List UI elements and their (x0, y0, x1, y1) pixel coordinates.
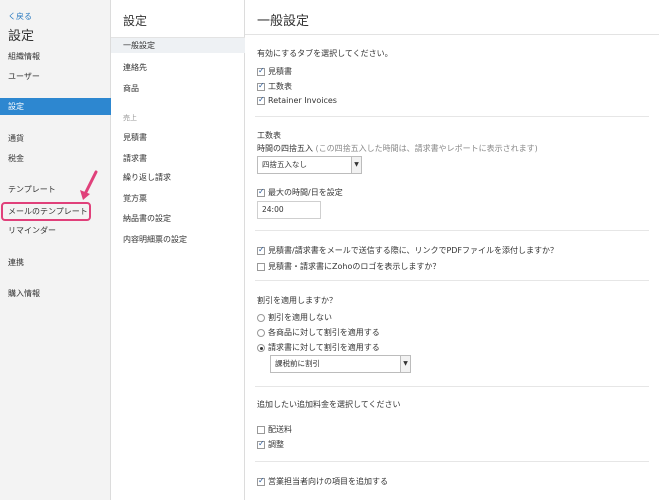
tabs-prompt: 有効にするタブを選択してください。 (257, 49, 393, 58)
sidebar-item-reminders[interactable]: リマインダー (0, 222, 111, 239)
attach-pdf-option[interactable]: 見積書/請求書をメールで送信する際に、リンクでPDFファイルを添付しますか？ (257, 245, 558, 256)
divider (245, 34, 659, 35)
rounding-label: 時間の四捨五入 (この四捨五入した時間は、請求書やレポートに表示されます) (257, 144, 538, 153)
charge-option-adjustment[interactable]: 調整 (257, 439, 284, 450)
rounding-select[interactable]: 四捨五入なし ▼ (257, 156, 362, 174)
tab-option-timesheet[interactable]: 工数表 (257, 81, 292, 92)
show-logo-option[interactable]: 見積書・請求書にZohoのロゴを表示しますか？ (257, 261, 440, 272)
settings-sidebar: く戻る 設定 組織情報 ユーザー 設定 通貨 税金 テンプレート メールのテンプ… (0, 0, 111, 500)
discount-option-line-item[interactable]: 各商品に対して割引を適用する (257, 327, 380, 338)
nav-statement-settings[interactable]: 内容明細票の設定 (123, 234, 187, 245)
divider (255, 230, 649, 231)
settings-nav: 設定 一般設定 連絡先 商品 売上 見積書 請求書 繰り返し請求 覚方票 納品書… (111, 0, 245, 500)
sidebar-item-users[interactable]: ユーザー (0, 68, 111, 85)
radio[interactable] (257, 328, 265, 337)
sidebar-item-taxes[interactable]: 税金 (0, 150, 111, 167)
divider (255, 280, 649, 281)
nav-delivery-notes[interactable]: 納品書の設定 (123, 213, 171, 224)
divider (255, 386, 649, 387)
divider (255, 461, 649, 462)
nav-general-settings[interactable]: 一般設定 (111, 38, 245, 53)
checkbox[interactable] (257, 439, 265, 449)
discount-option-transaction[interactable]: 請求書に対して割引を適用する (257, 342, 380, 353)
page-title: 一般設定 (257, 14, 310, 29)
sidebar-item-currencies[interactable]: 通貨 (0, 130, 111, 147)
charge-option-shipping[interactable]: 配送料 (257, 424, 292, 435)
divider (255, 116, 649, 117)
checkbox[interactable] (257, 262, 265, 271)
sidebar-item-integrations[interactable]: 連携 (0, 254, 111, 271)
discount-option-none[interactable]: 割引を適用しない (257, 312, 332, 323)
discount-type-select[interactable]: 課税前に割引 ▼ (270, 355, 411, 373)
settings-nav-title: 設定 (123, 14, 148, 28)
sidebar-title: 設定 (8, 29, 35, 44)
nav-invoices[interactable]: 請求書 (123, 153, 147, 164)
max-hours-input[interactable]: 24:00 (257, 201, 321, 219)
checkbox[interactable] (257, 476, 265, 486)
chevron-down-icon: ▼ (351, 157, 361, 173)
nav-memo[interactable]: 覚方票 (123, 193, 147, 204)
radio[interactable] (257, 313, 265, 322)
timesheet-heading: 工数表 (257, 131, 281, 140)
nav-items[interactable]: 商品 (123, 83, 139, 94)
checkbox[interactable] (257, 81, 265, 91)
nav-contacts[interactable]: 連絡先 (123, 62, 147, 73)
radio[interactable] (257, 343, 265, 352)
tab-option-retainer[interactable]: Retainer Invoices (257, 95, 337, 105)
general-settings-panel: 一般設定 有効にするタブを選択してください。 見積書 工数表 Retainer … (245, 0, 659, 500)
pointer-arrow-icon (80, 170, 98, 200)
charges-heading: 追加したい追加料金を選択してください (257, 400, 401, 409)
checkbox[interactable] (257, 425, 265, 434)
chevron-down-icon: ▼ (400, 356, 410, 372)
checkbox[interactable] (257, 95, 265, 105)
email-template-highlight (1, 202, 91, 221)
checkbox[interactable] (257, 187, 265, 197)
max-hours-option[interactable]: 最大の時間/日を設定 (257, 187, 343, 198)
discount-heading: 割引を適用しますか？ (257, 296, 337, 305)
nav-section-sales: 売上 (123, 114, 137, 122)
salesperson-option[interactable]: 営業担当者向けの項目を追加する (257, 476, 388, 487)
nav-estimates[interactable]: 見積書 (123, 132, 147, 143)
back-link[interactable]: く戻る (8, 11, 32, 22)
checkbox[interactable] (257, 245, 265, 255)
sidebar-item-preferences[interactable]: 設定 (0, 98, 111, 115)
nav-recurring-invoices[interactable]: 繰り返し請求 (123, 172, 171, 183)
tab-option-estimates[interactable]: 見積書 (257, 66, 292, 77)
sidebar-item-organization[interactable]: 組織情報 (0, 48, 111, 65)
checkbox[interactable] (257, 66, 265, 76)
sidebar-item-subscription[interactable]: 購入情報 (0, 285, 111, 302)
